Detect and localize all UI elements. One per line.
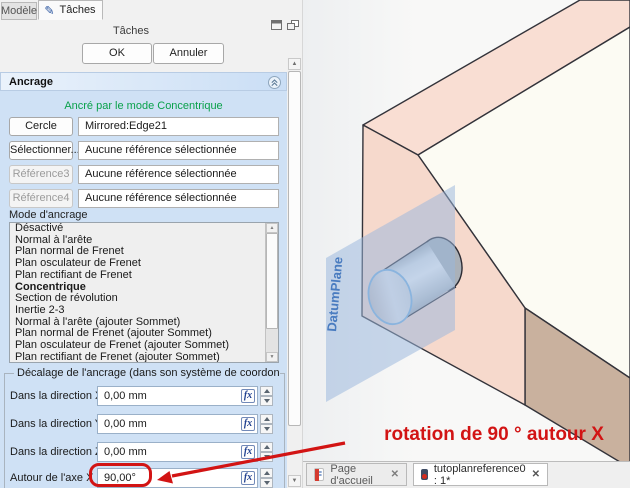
list-item[interactable]: Plan rectifiant de Frenet — [10, 270, 278, 282]
freecad-home-icon: F — [314, 468, 324, 481]
offset-x-value: 0,00 mm — [104, 390, 147, 402]
scrollbar-thumb[interactable] — [288, 71, 301, 426]
3d-viewport[interactable]: DatumPlane — [303, 0, 630, 461]
ref4-button[interactable]: Référence4 — [9, 189, 73, 208]
panel-scrollbar[interactable]: ▲ ▼ — [287, 58, 302, 488]
close-icon[interactable]: ✕ — [532, 469, 540, 480]
list-scroll-down-arrow[interactable]: ▼ — [266, 352, 278, 362]
tab-modele-label: Modèle — [1, 5, 37, 17]
tab-document[interactable]: tutoplanreference0 : 1* ✕ — [413, 463, 548, 486]
list-scrollbar-thumb[interactable] — [266, 233, 278, 329]
offset-x-label: Dans la direction X — [10, 386, 102, 406]
circle-ref-button[interactable]: Cercle — [9, 117, 73, 136]
stepper-down[interactable] — [260, 452, 273, 462]
offset-row-y: Dans la direction Y 0,00 mm fx — [5, 414, 284, 434]
3d-scene: DatumPlane — [303, 0, 630, 461]
expression-fx-icon[interactable]: fx — [241, 471, 255, 485]
offset-z-stepper[interactable] — [260, 442, 273, 462]
expression-fx-icon[interactable]: fx — [241, 445, 255, 459]
reference-row: Cercle Mirrored:Edge21 — [0, 117, 287, 136]
stepper-up[interactable] — [260, 414, 273, 424]
angle-x-label: Autour de l'axe X — [10, 468, 93, 488]
reference-row: Référence4 Aucune référence sélectionnée — [0, 189, 287, 208]
anchor-section-title: Ancrage — [9, 76, 53, 88]
stepper-down[interactable] — [260, 396, 273, 406]
combo-view-tabbar: Modèle ✎ Tâches — [0, 0, 302, 20]
pencil-icon: ✎ — [45, 5, 55, 15]
document-tab-label: tutoplanreference0 : 1* — [434, 463, 526, 487]
reference-row: Sélectionner... Aucune référence sélecti… — [0, 141, 287, 160]
angle-x-stepper[interactable] — [260, 468, 273, 488]
close-icon[interactable]: ✕ — [391, 469, 399, 480]
tab-modele[interactable]: Modèle — [1, 2, 37, 20]
dock-icon[interactable] — [271, 20, 282, 30]
offset-z-label: Dans la direction Z — [10, 442, 102, 462]
list-item[interactable]: Plan osculateur de Frenet (ajouter Somme… — [10, 340, 278, 352]
document-tabstrip: F Page d'accueil ✕ tutoplanreference0 : … — [303, 461, 630, 488]
start-page-tab-label: Page d'accueil — [330, 463, 384, 487]
list-item[interactable]: Inertie 2-3 — [10, 305, 278, 317]
annotation-highlight-rect — [89, 463, 152, 487]
reference-row: Référence3 Aucune référence sélectionnée — [0, 165, 287, 184]
tab-taches-label: Tâches — [59, 4, 95, 16]
circle-ref-field[interactable]: Mirrored:Edge21 — [78, 117, 279, 136]
attachment-mode-label: Mode d'ancrage — [9, 209, 88, 221]
offset-group-legend: Décalage de l'ancrage (dans son système … — [14, 367, 280, 379]
list-item[interactable]: Désactivé — [10, 223, 278, 235]
ref2-field[interactable]: Aucune référence sélectionnée — [78, 141, 279, 160]
offset-row-x: Dans la direction X 0,00 mm fx — [5, 386, 284, 406]
ref3-field[interactable]: Aucune référence sélectionnée — [78, 165, 279, 184]
expression-fx-icon[interactable]: fx — [241, 389, 255, 403]
ref3-button[interactable]: Référence3 — [9, 165, 73, 184]
scroll-up-arrow[interactable]: ▲ — [288, 58, 301, 70]
tab-taches[interactable]: ✎ Tâches — [38, 0, 103, 20]
anchor-panel-body: Ancré par le mode Concentrique Cercle Mi… — [0, 91, 287, 488]
select-ref-button[interactable]: Sélectionner... — [9, 141, 73, 160]
offset-z-input[interactable]: 0,00 mm fx — [97, 442, 258, 462]
attachment-status: Ancré par le mode Concentrique — [0, 100, 287, 112]
list-item[interactable]: Plan rectifiant de Frenet (ajouter Somme… — [10, 352, 278, 363]
offset-row-z: Dans la direction Z 0,00 mm fx — [5, 442, 284, 462]
list-scroll-up-arrow[interactable]: ▲ — [266, 223, 278, 233]
offset-y-input[interactable]: 0,00 mm fx — [97, 414, 258, 434]
offset-y-label: Dans la direction Y — [10, 414, 102, 434]
offset-y-value: 0,00 mm — [104, 418, 147, 430]
stepper-up[interactable] — [260, 442, 273, 452]
offset-y-stepper[interactable] — [260, 414, 273, 434]
stepper-up[interactable] — [260, 468, 273, 478]
stepper-down[interactable] — [260, 424, 273, 434]
panel-window-controls — [271, 20, 299, 30]
collapse-icon[interactable] — [268, 76, 281, 89]
ok-button[interactable]: OK — [82, 43, 152, 64]
tab-start-page[interactable]: F Page d'accueil ✕ — [306, 463, 407, 486]
stepper-down[interactable] — [260, 478, 273, 488]
stepper-up[interactable] — [260, 386, 273, 396]
scroll-down-arrow[interactable]: ▼ — [288, 475, 301, 487]
float-icon[interactable] — [287, 20, 299, 30]
ref4-field[interactable]: Aucune référence sélectionnée — [78, 189, 279, 208]
document-icon — [421, 469, 428, 480]
offset-x-stepper[interactable] — [260, 386, 273, 406]
app-window: Modèle ✎ Tâches Tâches OK Annuler ▲ ▼ An… — [0, 0, 630, 488]
offset-x-input[interactable]: 0,00 mm fx — [97, 386, 258, 406]
list-scrollbar[interactable]: ▲ ▼ — [265, 223, 278, 362]
anchor-section-header[interactable]: Ancrage — [0, 72, 287, 91]
attachment-mode-list: Désactivé Normal à l'arête Plan normal d… — [9, 222, 279, 363]
offset-z-value: 0,00 mm — [104, 446, 147, 458]
cancel-button[interactable]: Annuler — [153, 43, 224, 64]
expression-fx-icon[interactable]: fx — [241, 417, 255, 431]
annotation-text: rotation de 90 ° autour X — [360, 424, 628, 446]
panel-title: Tâches — [0, 25, 262, 37]
